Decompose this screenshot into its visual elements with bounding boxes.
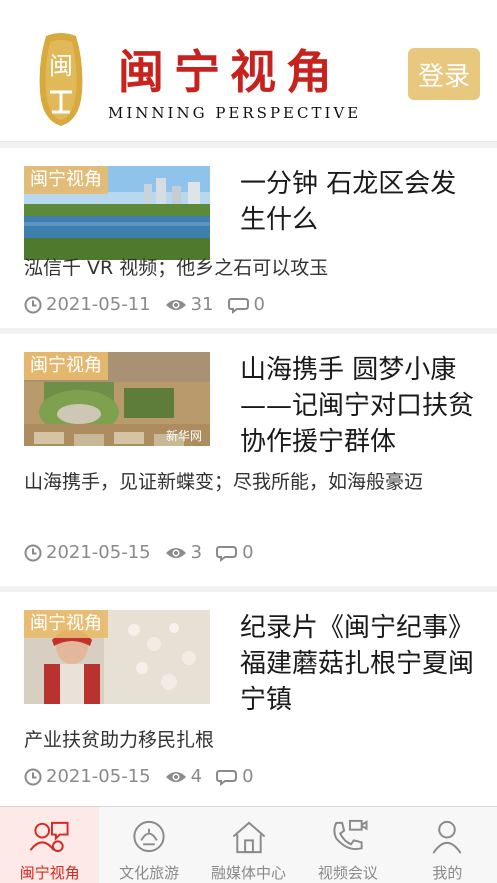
tab-label: 视频会议 [317,864,378,882]
article-tag: 闽宁视角 [24,610,108,638]
tab-minning-perspective[interactable]: 闽宁视角 [0,807,100,883]
eye-icon [165,547,186,558]
clock-icon [24,768,42,785]
brand-subtitle: MINNING PERSPECTIVE [108,104,362,122]
article-summary: 泓信千 VR 视频；他乡之石可以攻玉 [24,257,329,279]
login-button[interactable]: 登录 [408,48,480,100]
comment-count: 0 [242,542,254,563]
clock-icon [24,544,42,561]
svg-text:闽: 闽 [49,52,73,80]
article-feed: 闽宁视角 一分钟 石龙区会发生什么 泓信千 VR 视频；他乡之石可以攻玉 202… [0,148,497,808]
view-count: 4 [190,766,203,787]
tab-culture-tourism[interactable]: 文化旅游 [99,807,198,883]
view-count: 31 [190,294,214,315]
article-meta: 2021-05-15 3 0 [24,542,268,563]
article-summary: 山海携手，见证新蝶变；尽我所能，如海般豪迈 [24,471,424,493]
article-thumbnail: 闽宁视角 新华网 [24,352,210,446]
article-meta: 2021-05-15 4 0 [24,766,268,787]
video-call-icon [333,819,368,851]
article-title[interactable]: 纪录片《闽宁纪事》 福建蘑菇扎根宁夏闽宁镇 [240,610,480,718]
comment-icon [216,769,238,786]
article-tag: 闽宁视角 [24,166,108,194]
article-card[interactable]: 闽宁视角 一分钟 石龙区会发生什么 泓信千 VR 视频；他乡之石可以攻玉 202… [0,148,497,328]
view-count: 3 [190,542,203,563]
user-icon [432,820,462,854]
article-date: 2021-05-15 [46,542,151,563]
article-date: 2021-05-11 [46,294,151,315]
brand-title: 闽宁视角 [118,45,342,99]
image-watermark: 新华网 [165,429,202,443]
tab-label: 闽宁视角 [19,864,80,882]
eye-icon [165,299,186,310]
tab-media-center[interactable]: 融媒体中心 [199,807,298,883]
comment-count: 0 [253,294,265,315]
article-tag: 闽宁视角 [24,352,108,380]
comment-icon [216,545,238,562]
comment-count: 0 [242,766,254,787]
tab-label: 文化旅游 [119,864,180,882]
tab-video-conference[interactable]: 视频会议 [298,807,397,883]
article-thumbnail: 闽宁视角 [24,166,210,260]
culture-emblem-icon [133,820,165,853]
people-chat-icon [29,821,69,853]
app-header: 闽 闽宁视角 MINNING PERSPECTIVE 登录 [0,0,497,142]
article-meta: 2021-05-11 31 0 [24,294,279,315]
article-title[interactable]: 一分钟 石龙区会发生什么 [240,166,480,238]
seal-logo-icon: 闽 [39,33,83,126]
clock-icon [24,296,42,313]
bottom-tab-bar: 闽宁视角 文化旅游 融媒体中心 视频会议 我的 [0,806,497,883]
article-summary: 产业扶贫助力移民扎根 [24,729,215,751]
home-icon [232,821,265,854]
article-thumbnail: 闽宁视角 [24,610,210,704]
eye-icon [165,771,186,782]
tab-label: 我的 [432,864,463,882]
article-card[interactable]: 闽宁视角 纪录片《闽宁纪事》 福建蘑菇扎根宁夏闽宁镇 产业扶贫助力移民扎根 20… [0,592,497,808]
article-title[interactable]: 山海携手 圆梦小康——记闽宁对口扶贫协作援宁群体 [240,352,480,460]
tab-label: 融媒体中心 [211,864,287,882]
article-date: 2021-05-15 [46,766,151,787]
comment-icon [227,297,249,314]
article-card[interactable]: 闽宁视角 新华网 山海携手 圆梦小康——记闽宁对口扶贫协作援宁群体 山海携手，见… [0,334,497,586]
tab-profile[interactable]: 我的 [398,807,497,883]
